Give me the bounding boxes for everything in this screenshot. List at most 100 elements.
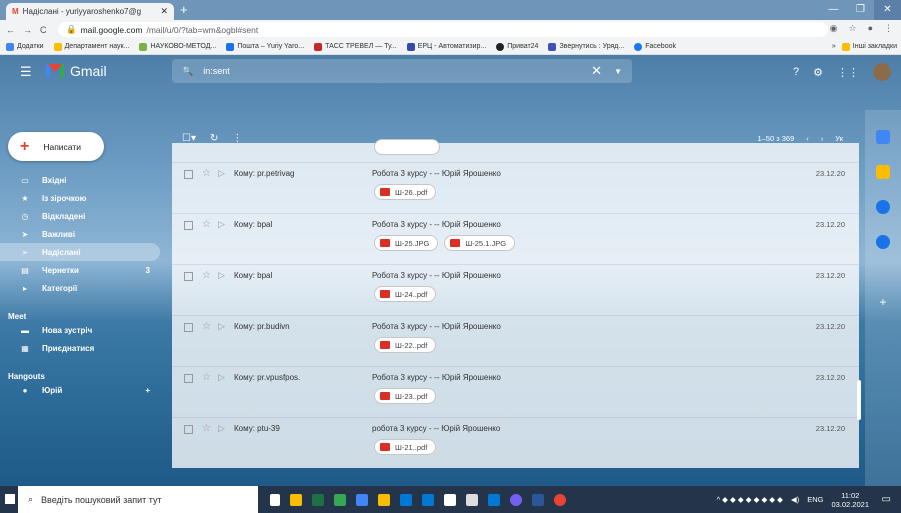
star-icon[interactable]: ☆ xyxy=(202,219,211,230)
volume-icon[interactable]: ◀) xyxy=(791,495,799,504)
important-marker-icon[interactable]: ▷ xyxy=(218,372,225,383)
attachment-chip[interactable]: Ш-25.1.JPG xyxy=(444,235,516,251)
url-field[interactable]: 🔒 mail.google.com/mail/u/0/?tab=wm&ogbl#… xyxy=(58,22,828,37)
notifications-icon[interactable]: ▭ xyxy=(882,494,891,505)
bookmark-item[interactable]: Звернутись : Уряд... xyxy=(548,42,624,51)
star-icon[interactable]: ☆ xyxy=(202,270,211,281)
attachment-chip[interactable]: Ш-25.JPG xyxy=(374,235,439,251)
extension-icon[interactable]: ◉ xyxy=(830,23,838,34)
row-checkbox[interactable] xyxy=(184,221,193,230)
tray-icons[interactable]: ^ ◆ ◆ ◆ ◆ ◆ ◆ ◆ ◆ xyxy=(717,495,783,504)
more-icon[interactable]: ⋮ xyxy=(232,133,242,144)
attachment-chip[interactable]: Ш-21..pdf xyxy=(374,439,437,455)
windows-start-icon[interactable] xyxy=(5,494,15,504)
meet-new-meeting[interactable]: ▬ Нова зустріч xyxy=(0,321,160,339)
bookmark-item[interactable]: Приват24 xyxy=(496,42,538,51)
row-checkbox[interactable] xyxy=(184,170,193,179)
bookmark-item[interactable]: Пошта – Yuriy Yaro... xyxy=(226,42,304,51)
sidebar-item-important[interactable]: ➤ Важливі xyxy=(0,225,160,243)
forward-icon[interactable]: → xyxy=(23,25,32,35)
bookmark-item[interactable]: Департамент наук... xyxy=(53,42,129,51)
row-checkbox[interactable] xyxy=(184,323,193,332)
browser-tab[interactable]: M Надіслані - yuriyyaroshenko7@g ✕ xyxy=(6,3,174,20)
sidebar-item-snoozed[interactable]: ◷ Відкладені xyxy=(0,207,160,225)
keep-icon[interactable] xyxy=(876,165,890,179)
sidebar-item-starred[interactable]: ★ Із зірочкою xyxy=(0,189,160,207)
explorer-icon[interactable] xyxy=(290,493,302,506)
task-view-icon[interactable] xyxy=(270,493,280,506)
attachment-chip[interactable]: Ш-24..pdf xyxy=(374,286,437,302)
email-row[interactable]: ☆ ▷ Кому: bpal Робота 3 курсу - -- Юрій … xyxy=(172,213,859,264)
sidebar-item-categories[interactable]: ▸ Категорії xyxy=(0,279,160,297)
add-contact-icon[interactable]: + xyxy=(145,386,150,395)
important-marker-icon[interactable]: ▷ xyxy=(218,423,225,434)
other-bookmarks[interactable]: Інші закладки xyxy=(841,42,897,51)
important-marker-icon[interactable]: ▷ xyxy=(218,219,225,230)
window-close-button[interactable]: ✕ xyxy=(874,0,901,20)
chrome-icon[interactable] xyxy=(554,493,566,506)
important-marker-icon[interactable]: ▷ xyxy=(218,321,225,332)
excel-icon[interactable] xyxy=(312,493,324,506)
menu-icon[interactable]: ⋮ xyxy=(884,23,893,34)
sidebar-item-drafts[interactable]: ▤ Чернетки 3 xyxy=(0,261,160,279)
account-avatar[interactable] xyxy=(873,63,891,81)
clock[interactable]: 11:02 03.02.2021 xyxy=(831,491,869,509)
star-icon[interactable]: ☆ xyxy=(202,423,211,434)
important-marker-icon[interactable]: ▷ xyxy=(218,270,225,281)
attachment-chip[interactable] xyxy=(374,139,440,155)
store-icon[interactable] xyxy=(444,493,456,506)
bookmark-item[interactable]: НАУКОВО-МЕТОД... xyxy=(139,42,216,51)
app-icon[interactable] xyxy=(334,493,346,506)
bookmark-item[interactable]: Facebook xyxy=(634,42,676,51)
viber-icon[interactable] xyxy=(510,493,522,506)
maximize-button[interactable]: ❐ xyxy=(847,0,874,20)
back-icon[interactable]: ← xyxy=(6,25,15,35)
input-language-button[interactable]: Ук xyxy=(835,134,843,143)
tab-close-icon[interactable]: ✕ xyxy=(160,6,168,17)
bookmark-item[interactable]: ТАСС ТРЕВЕЛ — Ту... xyxy=(314,42,397,51)
prev-page-icon[interactable]: ‹ xyxy=(806,134,809,143)
hangouts-user[interactable]: ● Юрій + xyxy=(0,381,160,399)
bookmarks-more-button[interactable]: » xyxy=(832,43,836,51)
attachment-chip[interactable]: Ш-26..pdf xyxy=(374,184,437,200)
sidebar-item-sent[interactable]: ➢ Надіслані xyxy=(0,243,160,261)
row-checkbox[interactable] xyxy=(184,272,193,281)
sidebar-item-inbox[interactable]: ▭ Вхідні xyxy=(0,171,160,189)
select-all-checkbox[interactable]: ☐▾ xyxy=(182,133,196,144)
main-menu-icon[interactable]: ☰ xyxy=(20,64,32,80)
star-icon[interactable]: ☆ xyxy=(202,168,211,179)
meet-join[interactable]: ▦ Приєднатися xyxy=(0,339,160,357)
email-row[interactable]: ☆ ▷ Кому: ptu-39 робота 3 курсу - -- Юрі… xyxy=(172,417,859,468)
compose-button[interactable]: + Написати xyxy=(8,132,104,161)
attachment-chip[interactable]: Ш-23..pdf xyxy=(374,388,437,404)
gmail-logo[interactable]: Gmail xyxy=(46,63,107,79)
mail-icon[interactable] xyxy=(422,493,434,506)
important-marker-icon[interactable]: ▷ xyxy=(218,168,225,179)
star-icon[interactable]: ☆ xyxy=(202,372,211,383)
email-row[interactable]: ☆ ▷ Кому: bpal Робота 3 курсу - -- Юрій … xyxy=(172,264,859,315)
email-row[interactable]: ☆ ▷ Кому: pr.vpusfpos. Робота 3 курсу - … xyxy=(172,366,859,417)
calendar-icon[interactable] xyxy=(876,130,890,144)
row-checkbox[interactable] xyxy=(184,425,193,434)
email-row[interactable]: ☆ ▷ Кому: pr.petrivag Робота 3 курсу - -… xyxy=(172,162,859,213)
app-icon[interactable] xyxy=(356,493,368,506)
bookmark-star-icon[interactable]: ☆ xyxy=(848,23,856,34)
email-row[interactable]: ☆ ▷ Кому: pr.budivn Робота 3 курсу - -- … xyxy=(172,315,859,366)
language-indicator[interactable]: ENG xyxy=(807,495,823,504)
tasks-icon[interactable] xyxy=(876,200,890,214)
bookmark-item[interactable]: Додатки xyxy=(6,42,44,51)
app-icon[interactable] xyxy=(488,493,500,506)
star-icon[interactable]: ☆ xyxy=(202,321,211,332)
taskbar-search[interactable]: ⌕ Введіть пошуковий запит тут xyxy=(18,486,258,513)
partial-email-row[interactable] xyxy=(172,139,859,162)
reload-icon[interactable]: C xyxy=(40,25,47,35)
refresh-icon[interactable]: ↻ xyxy=(210,133,218,144)
word-icon[interactable] xyxy=(532,493,544,506)
next-page-icon[interactable]: › xyxy=(821,134,824,143)
app-icon[interactable] xyxy=(378,493,390,506)
profile-icon[interactable]: ● xyxy=(868,23,873,34)
app-icon[interactable] xyxy=(400,493,412,506)
add-addon-icon[interactable]: + xyxy=(876,295,890,309)
new-tab-button[interactable]: + xyxy=(180,2,188,17)
bookmark-item[interactable]: ЕРЦ - Автоматизир... xyxy=(406,42,486,51)
